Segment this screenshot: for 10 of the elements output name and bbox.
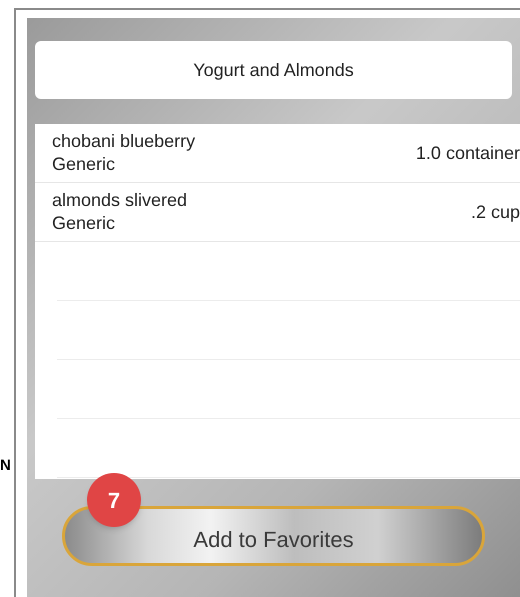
food-row[interactable]: almonds slivered Generic .2 cup <box>35 183 520 242</box>
food-brand: Generic <box>52 153 116 176</box>
food-amount: .2 cup <box>470 200 520 224</box>
food-amount: 1.0 container <box>416 142 520 164</box>
food-brand: Generic <box>52 212 116 235</box>
meal-title: Yogurt and Almonds <box>193 58 354 82</box>
food-name: almonds slivered <box>52 189 188 212</box>
cut-off-letter: N <box>0 458 11 473</box>
food-row[interactable]: chobani blueberry Generic 1.0 container <box>35 124 520 183</box>
food-name: chobani blueberry <box>52 130 196 153</box>
